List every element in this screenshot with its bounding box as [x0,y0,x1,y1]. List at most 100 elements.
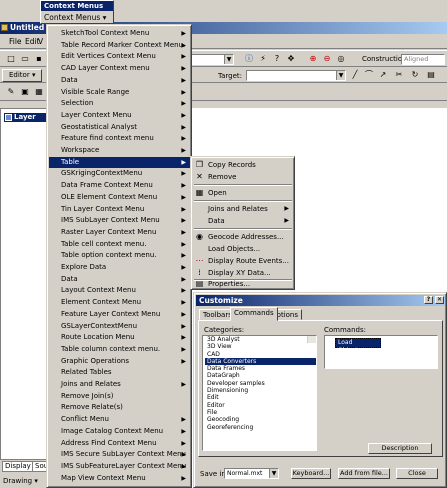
display-route-events-item[interactable]: ⋯ Display Route Events... [193,255,293,267]
category-item[interactable]: CAD [205,351,316,358]
context-menu-item[interactable]: Data Frame Context Menu ▶ [49,180,190,192]
edit-tool-icon[interactable]: ✎ [6,87,16,97]
rotate-tool-icon[interactable]: ↻ [410,70,420,80]
context-menu-item[interactable]: Data ▶ [49,75,190,87]
chevron-down-icon[interactable]: ▼ [336,71,345,80]
context-menu-item[interactable]: IMS SubFeatureLayer Context Menu ▶ [49,461,190,473]
layer-icon[interactable]: ▦ [34,87,44,97]
sketch-icon[interactable]: ▣ [20,87,30,97]
context-menu-item[interactable]: Workspace ▶ [49,145,190,157]
editor-menu-button[interactable]: Editor ▾ [2,69,42,82]
context-menu-item[interactable]: Joins and Relates ▶ [49,379,190,391]
context-menu-item[interactable]: Table option context menu. ▶ [49,250,190,262]
tab-commands[interactable]: Commands [230,307,278,321]
open-folder-icon[interactable]: ▭ [20,54,30,64]
context-menu-item[interactable]: OLE Element Context Menu ▶ [49,192,190,204]
commands-list[interactable]: Load Objects... [324,335,438,369]
context-menu-item[interactable]: Address Find Context Menu ▶ [49,438,190,450]
context-menu-item[interactable]: Layout Context Menu ▶ [49,285,190,297]
context-menu-item[interactable]: Route Location Menu ▶ [49,332,190,344]
context-menu-item[interactable]: Explore Data ▶ [49,262,190,274]
keyboard-button[interactable]: Keyboard... [291,468,331,479]
save-icon[interactable]: ▪ [34,54,44,64]
category-item[interactable]: DataGraph [205,372,316,379]
zoom-in-icon[interactable]: ⊕ [308,54,318,64]
trace-tool-icon[interactable]: ↗ [378,70,388,80]
context-menu-item[interactable]: Feature find context menu ▶ [49,133,190,145]
context-menu-item[interactable]: Remove Relate(s) [49,402,190,414]
context-menu-item[interactable]: Conflict Menu ▶ [49,414,190,426]
close-icon[interactable]: ✕ [435,296,444,304]
context-menu-item[interactable]: Table cell context menu. ▶ [49,239,190,251]
context-menu-item[interactable]: Related Tables [49,367,190,379]
hyperlink-icon[interactable]: ⚡ [258,54,268,64]
add-from-file-button[interactable]: Add from file... [338,468,390,479]
open-item[interactable]: ▦ Open [193,187,293,199]
categories-scrollbar[interactable] [307,336,316,344]
remove-item[interactable]: ✕ Remove [193,171,293,183]
category-item[interactable]: Geocoding [205,416,316,423]
context-menu-item[interactable]: GSLayerContextMenu ▶ [49,321,190,333]
chevron-down-icon[interactable]: ▼ [269,469,278,478]
category-item[interactable]: Dimensioning [205,387,316,394]
category-item[interactable]: Data Converters [205,357,316,366]
geocode-addresses-item[interactable]: ◉ Geocode Addresses... [193,231,293,243]
properties-item[interactable]: ▤ Properties... [193,278,293,290]
line-tool-icon[interactable]: ╱ [350,70,360,80]
target-combo[interactable]: ▼ [246,70,346,81]
context-menu-item[interactable]: SketchTool Context Menu ▶ [49,28,190,40]
layers-node[interactable]: Layer [4,113,49,122]
context-menu-item[interactable]: Geostatistical Analyst ▶ [49,122,190,134]
categories-list[interactable]: 3D Analyst 3D View CAD Data Converters Data … [202,335,317,451]
save-in-select[interactable]: Normal.mxt ▼ [224,468,279,479]
construction-field[interactable]: Aligned [401,54,445,65]
context-menu-item[interactable]: Element Context Menu ▶ [49,297,190,309]
category-item[interactable]: Editor [205,402,316,409]
context-menu-item[interactable]: CAD Layer Context menu ▶ [49,63,190,75]
joins-relates-item[interactable]: Joins and Relates ▶ [193,203,293,215]
context-menu-item[interactable]: Raster Layer Context Menu ▶ [49,227,190,239]
context-menu-item[interactable]: Graphic Operations ▶ [49,356,190,368]
context-menu-item[interactable]: IMS Secure SubLayer Context Menu ▶ [49,449,190,461]
category-item[interactable]: File [205,409,316,416]
context-menu-item[interactable]: Visible Scale Range ▶ [49,87,190,99]
context-menu-item[interactable]: Feature Layer Context Menu ▶ [49,309,190,321]
pan-icon[interactable]: ✥ [286,54,296,64]
zoom-out-icon[interactable]: ⊖ [322,54,332,64]
context-menu-item[interactable]: Remove Join(s) [49,391,190,403]
context-menu-item[interactable]: Data ▶ [49,274,190,286]
context-menu-item[interactable]: Table ▶ [49,156,190,169]
context-menu-item[interactable]: Image Catalog Context Menu ▶ [49,426,190,438]
arc-tool-icon[interactable]: ⌒ [364,70,374,80]
context-menu-item[interactable]: IMS SubLayer Context Menu ▶ [49,215,190,227]
context-menu-item[interactable]: Selection ▶ [49,98,190,110]
context-menu-item[interactable]: Table Record Marker Context Menu. ▶ [49,40,190,52]
new-document-icon[interactable]: □ [6,54,16,64]
menu-view[interactable]: V [38,37,43,46]
category-item[interactable]: Georeferencing [205,424,316,431]
help-icon[interactable]: ? [272,54,282,64]
help-icon[interactable]: ? [424,296,433,304]
context-menu-item[interactable]: Edit Vertices Context Menu ▶ [49,51,190,63]
category-item[interactable]: 3D Analyst [205,336,316,343]
attributes-icon[interactable]: ▤ [426,70,436,80]
context-menu-item[interactable]: GSKrigingContextMenu ▶ [49,168,190,180]
drawing-menu[interactable]: Drawing [3,477,32,485]
chevron-down-icon[interactable]: ▼ [224,55,233,64]
tab-display[interactable]: Display [2,461,34,472]
category-item[interactable]: Edit [205,394,316,401]
split-tool-icon[interactable]: ✂ [394,70,404,80]
identify-icon[interactable]: ⓘ [244,54,254,64]
menu-file[interactable]: File [9,37,22,46]
copy-records-item[interactable]: ❐ Copy Records [193,159,293,171]
context-menu-item[interactable]: Map View Context Menu ▶ [49,473,190,485]
context-menu-item[interactable]: Table column context menu. ▶ [49,344,190,356]
close-button[interactable]: Close [396,468,438,479]
data-item[interactable]: Data ▶ [193,215,293,227]
load-objects-command[interactable]: Load Objects... [335,338,381,354]
load-objects-item[interactable]: Load Objects... [193,243,293,255]
full-extent-icon[interactable]: ◎ [336,54,346,64]
category-item[interactable]: 3D View [205,343,316,350]
description-button[interactable]: Description [368,443,432,454]
context-menu-item[interactable]: Layer Context Menu ▶ [49,110,190,122]
